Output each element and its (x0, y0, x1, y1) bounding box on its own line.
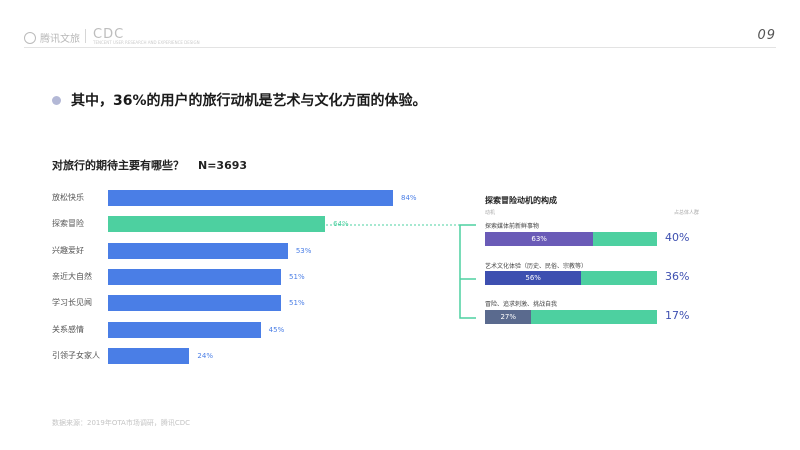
segment-category-label: 冒险、追求刺激、挑战自我 (485, 301, 558, 308)
stacked-bar-inner-segment: 63% (485, 232, 594, 246)
stacked-bar-remainder-segment (593, 232, 657, 246)
right-panel-title: 探索冒险动机的构成 (485, 196, 557, 205)
connector-bracket (459, 224, 476, 319)
stacked-bar-remainder-segment (581, 271, 657, 285)
stacked-bar-inner-segment: 56% (485, 271, 582, 285)
stacked-bar-inner-segment: 27% (485, 310, 532, 324)
segment-category-label: 艺术文化体验（历史、民俗、宗教等） (485, 263, 588, 270)
stacked-bar: 27% (485, 310, 657, 324)
connector-lines (318, 224, 476, 319)
share-of-total-label: 17% (665, 309, 690, 322)
column-header-share: 占总体人群 (673, 210, 699, 216)
stacked-bar: 63% (485, 232, 657, 246)
segment-category-label: 探索媒体前新鲜事物 (485, 223, 540, 230)
data-source: 数据来源：2019年OTA市场调研，腾讯CDC (52, 419, 191, 427)
column-header-motive: 动机 (485, 210, 496, 216)
share-of-total-label: 40% (665, 231, 690, 244)
stacked-bar-remainder-segment (531, 310, 657, 324)
stacked-bar: 56% (485, 271, 657, 285)
share-of-total-label: 36% (665, 270, 690, 283)
